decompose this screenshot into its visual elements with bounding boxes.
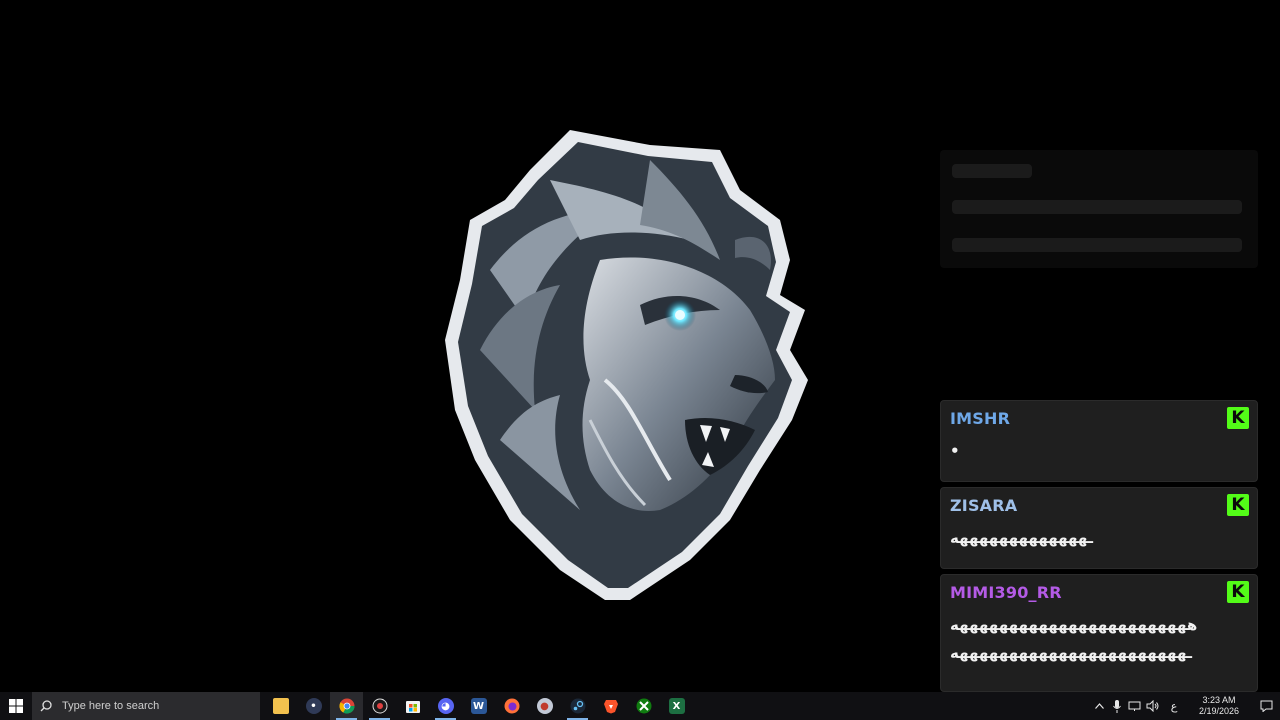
kick-logo-icon: K (1227, 407, 1249, 429)
taskbar-app-xbox[interactable] (627, 692, 660, 720)
taskbar-app-photo[interactable]: ● (528, 692, 561, 720)
microphone-icon[interactable] (1109, 692, 1125, 720)
word-icon: W (470, 698, 487, 714)
chat-overlay: IMSHR • K ZISARA ـهههههههههههههه K MIMI3… (940, 400, 1258, 697)
notification-icon (1260, 700, 1272, 712)
xbox-icon (636, 698, 651, 714)
store-icon (405, 701, 420, 713)
ghost-line (952, 200, 1242, 214)
excel-icon: X (668, 698, 685, 714)
chat-username: IMSHR (950, 409, 1011, 428)
clock-date: 2/19/2026 (1198, 706, 1240, 716)
steam-icon (570, 698, 585, 714)
faded-chat-panel (940, 150, 1258, 268)
taskbar-app-obs[interactable] (363, 692, 396, 720)
kick-logo-icon: K (1227, 494, 1249, 516)
chrome-icon (338, 698, 355, 714)
taskbar-app-brave[interactable] (594, 692, 627, 720)
photo-icon: ● (536, 698, 553, 714)
system-tray: ع 3:23 AM 2/19/2026 (1090, 692, 1280, 720)
record-icon (372, 698, 387, 714)
taskbar: Type here to search • ◕ W ● X ع 3:23 AM … (0, 692, 1280, 720)
chevron-up-icon[interactable] (1091, 692, 1107, 720)
folder-icon (272, 698, 289, 714)
taskbar-apps: • ◕ W ● X (264, 692, 693, 720)
taskbar-app-firefox[interactable] (495, 692, 528, 720)
clock-time: 3:23 AM (1202, 695, 1236, 705)
chat-message-text: ههههههههههههههههههههههههه (950, 616, 1199, 634)
chat-message-text: ـهههههههههههههههههههههههه (950, 644, 1194, 662)
taskbar-app-word[interactable]: W (462, 692, 495, 720)
chat-message: IMSHR • K (940, 400, 1258, 482)
language-indicator[interactable]: ع (1163, 692, 1185, 720)
taskbar-clock[interactable]: 3:23 AM 2/19/2026 (1190, 695, 1248, 717)
volume-icon[interactable] (1145, 692, 1161, 720)
taskbar-app-discord[interactable]: ◕ (429, 692, 462, 720)
lion-logo-image (445, 130, 808, 600)
app-icon: • (305, 698, 322, 714)
chat-message: ZISARA ـهههههههههههههه K (940, 487, 1258, 569)
notifications-button[interactable] (1252, 692, 1280, 720)
start-button[interactable] (0, 692, 32, 720)
chat-message: MIMI390_RR ههههههههههههههههههههههههه ـهه… (940, 574, 1258, 692)
windows-logo-icon (9, 699, 23, 713)
discord-icon: ◕ (437, 698, 454, 714)
taskbar-app-excel[interactable]: X (660, 692, 693, 720)
taskbar-app-steam[interactable] (561, 692, 594, 720)
search-placeholder: Type here to search (62, 700, 160, 712)
taskbar-search-box[interactable]: Type here to search (32, 692, 260, 720)
chat-message-text: ـهههههههههههههه (950, 529, 1095, 547)
chat-username: ZISARA (950, 496, 1018, 515)
taskbar-app-file-explorer[interactable] (264, 692, 297, 720)
taskbar-app-dark[interactable]: • (297, 692, 330, 720)
network-icon[interactable] (1127, 692, 1143, 720)
taskbar-app-microsoft-store[interactable] (396, 692, 429, 720)
kick-logo-icon: K (1227, 581, 1249, 603)
taskbar-app-chrome[interactable] (330, 692, 363, 720)
brave-icon (603, 700, 618, 714)
ghost-line (952, 238, 1242, 252)
ghost-line (952, 164, 1032, 178)
chat-message-text: • (950, 442, 960, 460)
firefox-icon (504, 698, 519, 714)
chat-username: MIMI390_RR (950, 583, 1062, 602)
search-icon (40, 700, 52, 712)
